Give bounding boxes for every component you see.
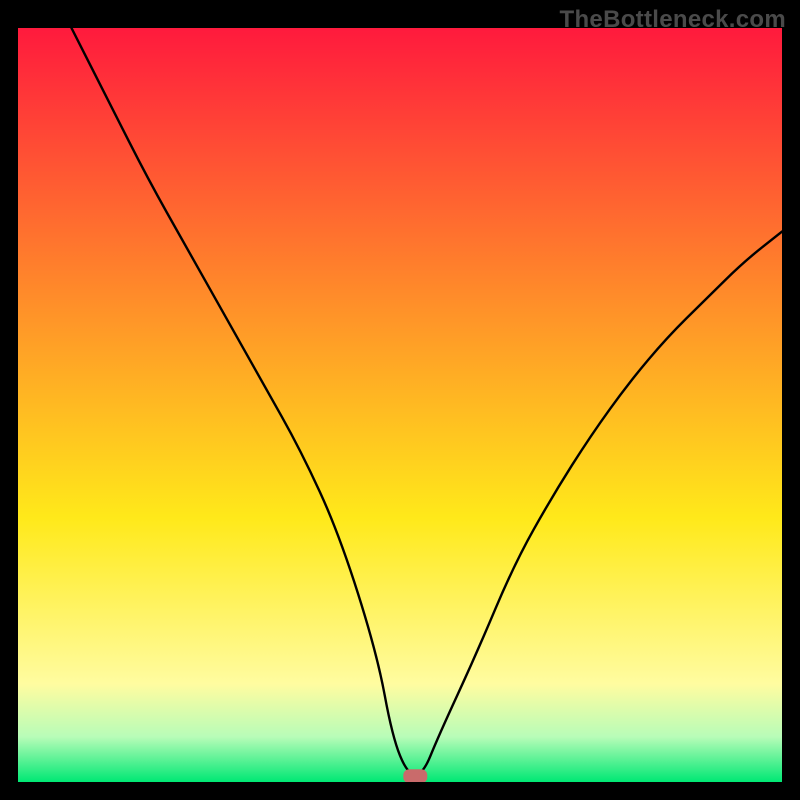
gradient-background bbox=[18, 28, 782, 782]
optimum-marker bbox=[403, 769, 427, 782]
watermark-label: TheBottleneck.com bbox=[560, 6, 786, 34]
bottleneck-plot bbox=[18, 28, 782, 782]
plot-svg bbox=[18, 28, 782, 782]
chart-frame: TheBottleneck.com bbox=[0, 0, 800, 800]
